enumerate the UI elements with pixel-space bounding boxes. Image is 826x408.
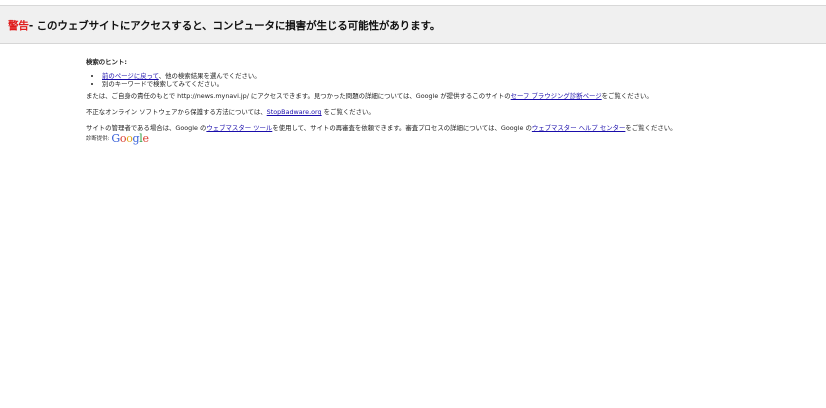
- diagnostic-footer: 診断提供: Google: [86, 132, 786, 145]
- google-logo: Google: [111, 132, 149, 145]
- para-text: サイトの管理者である場合は、Google の: [86, 124, 207, 132]
- webmaster-help-center-link[interactable]: ウェブマスター ヘルプ センター: [532, 124, 626, 132]
- warning-banner: 警告- このウェブサイトにアクセスすると、コンピュータに損害が生じる可能性があり…: [0, 6, 826, 44]
- para-text: をご覧ください。: [625, 124, 677, 132]
- stopbadware-link[interactable]: StopBadware.org: [267, 108, 322, 116]
- protection-paragraph: 不正なオンライン ソフトウェアから保護する方法については、StopBadware…: [86, 108, 786, 116]
- hint-text: 、他の検索結果を選んでください。: [158, 72, 261, 80]
- webmaster-paragraph: サイトの管理者である場合は、Google のウェブマスター ツールを使用して、サ…: [86, 124, 786, 132]
- back-to-previous-page-link[interactable]: 前のページに戻って: [102, 72, 159, 80]
- webmaster-tools-link[interactable]: ウェブマスター ツール: [206, 124, 272, 132]
- diagnostic-provided-by-label: 診断提供:: [86, 136, 110, 142]
- hint-text: 別のキーワードで検索してみてください。: [102, 80, 224, 88]
- safe-browsing-diagnostic-link[interactable]: セーフ ブラウジング診断ページ: [511, 92, 602, 100]
- para-text: をご覧ください。: [321, 108, 375, 116]
- warning-message: 警告- このウェブサイトにアクセスすると、コンピュータに損害が生じる可能性があり…: [8, 18, 440, 33]
- para-text: または、ご自身の責任のもとで http://news.mynavi.jp/ にア…: [86, 92, 511, 100]
- warning-label: 警告: [8, 20, 29, 32]
- hints-title: 検索のヒント:: [86, 58, 127, 66]
- para-text: 不正なオンライン ソフトウェアから保護する方法については、: [86, 108, 267, 116]
- hint-item: 別のキーワードで検索してみてください。: [102, 80, 786, 88]
- hints-list: 前のページに戻って、他の検索結果を選んでください。 別のキーワードで検索してみて…: [86, 72, 786, 88]
- access-anyway-paragraph: または、ご自身の責任のもとで http://news.mynavi.jp/ にア…: [86, 92, 786, 100]
- para-text: をご覧ください。: [601, 92, 653, 100]
- para-text: を使用して、サイトの再審査を依頼できます。審査プロセスの詳細については、Goog…: [272, 124, 532, 132]
- hint-item: 前のページに戻って、他の検索結果を選んでください。: [102, 72, 786, 80]
- warning-text: - このウェブサイトにアクセスすると、コンピュータに損害が生じる可能性があります…: [28, 20, 441, 32]
- main-content: 検索のヒント: 前のページに戻って、他の検索結果を選んでください。 別のキーワー…: [86, 58, 786, 145]
